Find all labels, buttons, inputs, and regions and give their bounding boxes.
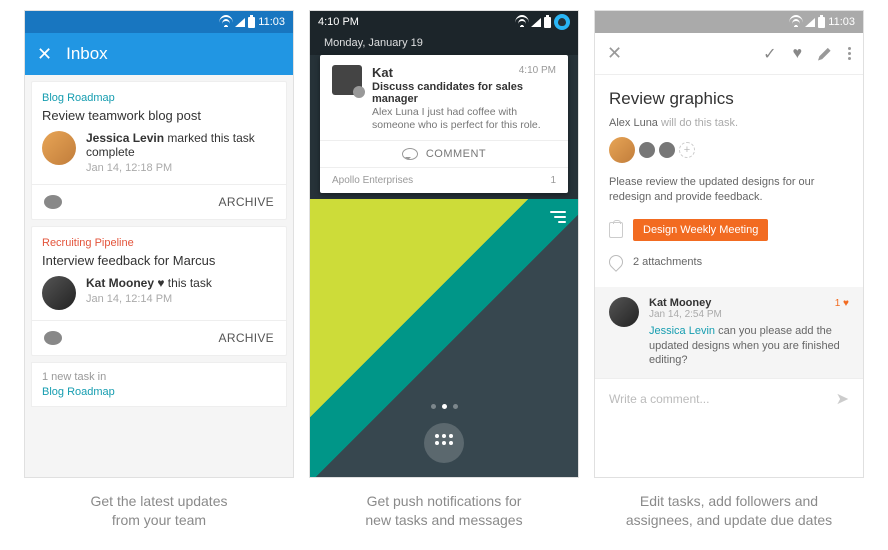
comment-placeholder: Write a comment...: [609, 392, 836, 406]
notification-card[interactable]: Kat 4:10 PM Discuss candidates for sales …: [320, 55, 568, 193]
caption: Get the latest updates from your team: [24, 492, 294, 530]
comment-input[interactable]: Write a comment... ➤: [595, 378, 863, 419]
app-bar: ✕ Inbox: [25, 33, 293, 75]
activity-row: Kat Mooney ♥ this task Jan 14, 12:14 PM: [42, 276, 276, 310]
notif-time: 4:10 PM: [519, 65, 556, 80]
avatar: [42, 276, 76, 310]
app-drawer-button[interactable]: [424, 423, 464, 463]
more-icon[interactable]: [848, 47, 851, 60]
task-description: Please review the updated designs for ou…: [609, 175, 849, 205]
project-tag[interactable]: Design Weekly Meeting: [633, 219, 768, 241]
comment-author: Kat Mooney: [649, 297, 711, 309]
notif-title: Kat: [372, 65, 393, 80]
date-header: Monday, January 19: [310, 33, 578, 55]
timestamp: Jan 14, 12:18 PM: [86, 162, 276, 174]
wifi-icon: [220, 17, 232, 27]
followers[interactable]: +: [609, 137, 849, 163]
comment-icon: [402, 148, 418, 160]
clock: 4:10 PM: [318, 16, 359, 28]
clipboard-icon: [609, 222, 623, 238]
close-icon[interactable]: ✕: [37, 44, 52, 65]
avatar: [609, 297, 639, 327]
notif-subject: Discuss candidates for sales manager: [372, 81, 556, 105]
profile-icon[interactable]: [554, 14, 570, 30]
timestamp: Jan 14, 12:14 PM: [86, 293, 212, 305]
comment-time: Jan 14, 2:54 PM: [649, 309, 849, 320]
status-bar: 11:03: [595, 11, 863, 33]
caption: Get push notifications for new tasks and…: [309, 492, 579, 530]
action-bar: ✕ ✓ ♥: [595, 33, 863, 75]
inbox-card-peek[interactable]: 1 new task in Blog Roadmap: [31, 362, 287, 407]
activity-text: Kat Mooney ♥ this task: [86, 276, 212, 290]
status-bar: 4:10 PM: [310, 11, 578, 33]
battery-icon: [248, 17, 255, 28]
signal-icon: [805, 18, 815, 27]
like-count[interactable]: 1 ♥: [835, 298, 849, 309]
new-task-lead: 1 new task in: [42, 371, 276, 383]
comment-action[interactable]: COMMENT: [320, 140, 568, 167]
comment-icon[interactable]: [44, 331, 62, 345]
inbox-card[interactable]: Blog Roadmap Review teamwork blog post J…: [31, 81, 287, 220]
attachments-count[interactable]: 2 attachments: [633, 256, 702, 268]
widget-icon[interactable]: [550, 211, 566, 223]
comment-icon[interactable]: [44, 195, 62, 209]
status-bar: 11:03: [25, 11, 293, 33]
inbox-screen: 11:03 ✕ Inbox Blog Roadmap Review teamwo…: [24, 10, 294, 478]
edit-icon[interactable]: [818, 47, 832, 61]
send-icon[interactable]: ➤: [836, 389, 849, 409]
archive-button[interactable]: ARCHIVE: [219, 195, 274, 209]
complete-icon[interactable]: ✓: [763, 44, 776, 64]
signal-icon: [235, 18, 245, 27]
wifi-icon: [790, 17, 802, 27]
comment: Kat Mooney 1 ♥ Jan 14, 2:54 PM Jessica L…: [595, 287, 863, 379]
avatar: [609, 137, 635, 163]
avatar: [42, 131, 76, 165]
add-follower-button[interactable]: +: [679, 142, 695, 158]
task-title: Interview feedback for Marcus: [42, 253, 276, 268]
notif-body: Alex Luna I just had coffee with someone…: [372, 106, 556, 132]
activity-text: Jessica Levin marked this task complete: [86, 131, 276, 159]
wifi-icon: [516, 17, 528, 27]
task-detail-screen: 11:03 ✕ ✓ ♥ Review graphics Alex Luna wi…: [594, 10, 864, 478]
activity-row: Jessica Levin marked this task complete …: [42, 131, 276, 174]
inbox-card[interactable]: Recruiting Pipeline Interview feedback f…: [31, 226, 287, 356]
project-label: Blog Roadmap: [42, 386, 276, 398]
app-icon: [332, 65, 362, 95]
project-label: Blog Roadmap: [42, 92, 276, 104]
signal-icon: [531, 18, 541, 27]
clock: 11:03: [258, 16, 285, 28]
clock: 11:03: [828, 16, 855, 28]
notif-footer: Apollo Enterprises 1: [320, 167, 568, 193]
caption: Edit tasks, add followers and assignees,…: [594, 492, 864, 530]
archive-button[interactable]: ARCHIVE: [219, 331, 274, 345]
page-indicator: [310, 404, 578, 409]
page-title: Inbox: [66, 44, 108, 64]
attachment-icon: [606, 252, 626, 272]
battery-icon: [544, 17, 551, 28]
task-title: Review graphics: [609, 89, 849, 109]
battery-icon: [818, 17, 825, 28]
project-label: Recruiting Pipeline: [42, 237, 276, 249]
comment-body: Jessica Levin can you please add the upd…: [649, 324, 849, 369]
task-title: Review teamwork blog post: [42, 108, 276, 123]
close-icon[interactable]: ✕: [607, 43, 622, 64]
avatar: [659, 142, 675, 158]
assignee-line[interactable]: Alex Luna will do this task.: [609, 117, 849, 129]
heart-icon[interactable]: ♥: [793, 45, 803, 63]
avatar: [639, 142, 655, 158]
lockscreen: 4:10 PM Monday, January 19 Kat 4:10 PM Di…: [309, 10, 579, 478]
